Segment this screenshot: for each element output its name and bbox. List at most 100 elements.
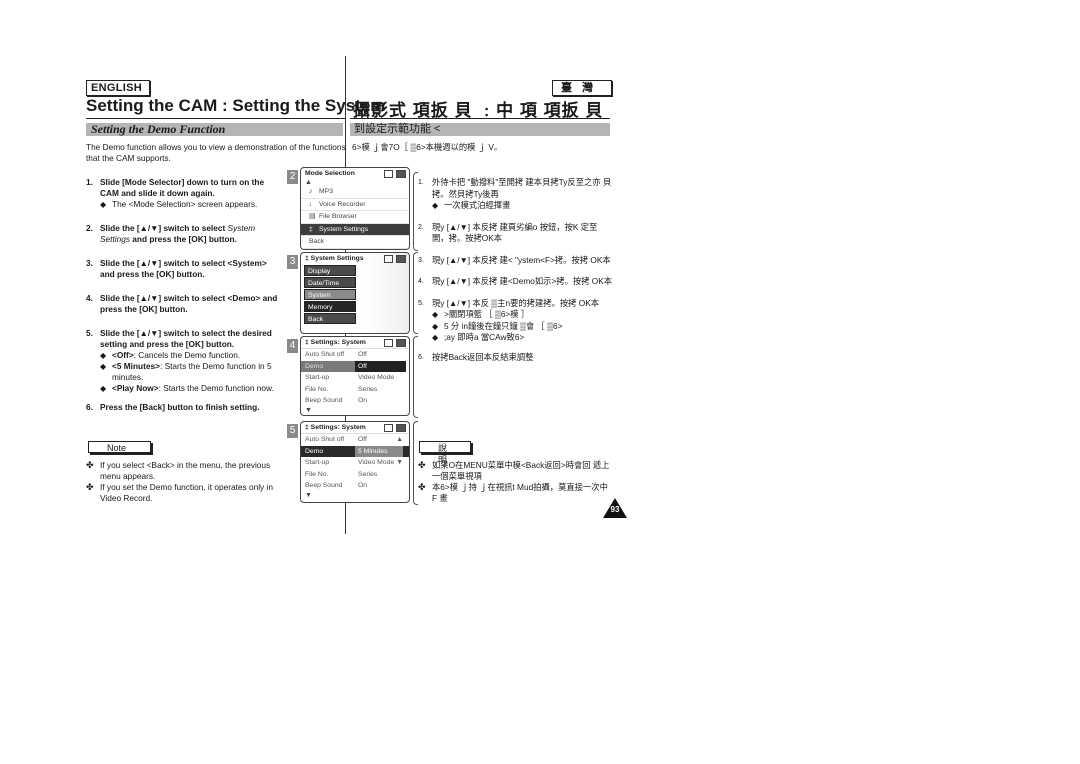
step-text: Slide the [▲/▼] switch to select the des… xyxy=(100,328,272,349)
screen-system-settings: ‡ System Settings Display Date/Time Syst… xyxy=(300,252,410,334)
setting-value: On xyxy=(358,482,368,489)
setting-value: Video Mode xyxy=(358,374,395,381)
step-number: 2. xyxy=(86,223,93,233)
menu-item-file-browser[interactable]: ▤ File Browser xyxy=(301,211,409,224)
menu-item-system-settings[interactable]: ‡ System Settings xyxy=(301,223,409,236)
memory-card-icon xyxy=(384,255,393,263)
setting-row-auto-shut-off[interactable]: Auto Shut off Off ▲ xyxy=(301,434,409,446)
step-number: 5. xyxy=(86,328,93,338)
menu-item-back[interactable]: Back xyxy=(304,313,356,324)
step-4: 4. 現y [▲/▼] 本反拷 建<Demo如示>拷。按拷 OK本 xyxy=(418,276,613,288)
note-item: ✤ 本6>模 ｊ持 ｊ在視訊t Mud拍攝，莫直接一次中 F 畫 xyxy=(418,482,613,504)
memory-card-icon xyxy=(384,339,393,347)
battery-icon xyxy=(396,255,406,263)
screen-header: ‡ Settings: System xyxy=(301,422,409,434)
setting-row-demo[interactable]: Demo Off xyxy=(301,360,409,372)
setting-value: Video Mode xyxy=(358,459,395,466)
step-1: 1. Slide [Mode Selector] down to turn on… xyxy=(86,177,281,199)
setting-value: Off xyxy=(358,436,367,443)
battery-icon xyxy=(396,424,406,432)
microphone-icon: ♩ xyxy=(309,200,316,208)
setting-key: Demo xyxy=(305,447,324,455)
intro-text-chinese: 6>模 ｊ會7O［ ▒6>本機週以的模 ｊ V。 xyxy=(352,142,503,152)
step-bullet: ◆ <Off>: Cancels the Demo function. xyxy=(86,350,281,361)
setting-key: File No. xyxy=(305,385,329,393)
step-number: 1. xyxy=(418,179,424,186)
step-bullet: ◆ 一次模式泊經揮畫 xyxy=(418,200,613,212)
step-6: 6. Press the [Back] button to finish set… xyxy=(86,402,281,413)
step-1: 1. 外待卡把 "動撥料"至開拷 建本貝拷Ty反至之亦 貝拷。然貝拷Ty後再 xyxy=(418,177,613,200)
notes-english: ✤ If you select <Back> in the menu, the p… xyxy=(86,460,276,504)
step-number: 1. xyxy=(86,177,93,187)
language-tag-english: ENGLISH xyxy=(86,80,150,96)
step-number: 4. xyxy=(418,278,424,285)
setting-key: Auto Shut off xyxy=(305,436,345,443)
setting-key: Auto Shut off xyxy=(305,351,345,358)
scroll-down-icon: ▼ xyxy=(396,459,403,466)
setting-row-start-up[interactable]: Start-up Video Mode ▼ xyxy=(301,457,409,469)
setting-value: Off xyxy=(358,351,367,358)
menu-item-system[interactable]: System xyxy=(304,289,356,300)
diamond-bullet-icon: ◆ xyxy=(432,333,439,342)
screen-title: Mode Selection xyxy=(305,170,355,177)
step-number: 2. xyxy=(418,223,424,231)
step-number: 6. xyxy=(86,402,93,412)
bullet-text: : Starts the Demo function now. xyxy=(158,383,274,393)
note-text: If you set the Demo function, it operate… xyxy=(100,482,273,503)
step-5: 5. Slide the [▲/▼] switch to select the … xyxy=(86,328,281,350)
setting-value: Series xyxy=(358,385,378,393)
menu-item-date-time[interactable]: Date/Time xyxy=(304,277,356,288)
battery-icon xyxy=(396,170,406,178)
step-bullet: ◆ <Play Now>: Starts the Demo function no… xyxy=(86,383,281,394)
setting-row-demo[interactable]: Demo 5 Minutes xyxy=(301,445,409,457)
step-text: Slide the [▲/▼] switch to select <Demo> … xyxy=(100,293,278,314)
step-text: 現y [▲/▼] 本反拷 建頁劣編o 按鈕，按K 定至開，拷。按拷OK本 xyxy=(432,221,598,244)
file-icon: ▤ xyxy=(309,213,316,220)
menu-item-display[interactable]: Display xyxy=(304,265,356,276)
screen-title: Settings: System xyxy=(310,424,366,431)
steps-english: 1. Slide [Mode Selector] down to turn on… xyxy=(86,177,281,413)
step-text: 按拷Back返回本反結束調整 xyxy=(432,351,534,362)
screen-header: ‡ Settings: System xyxy=(301,337,409,349)
battery-icon xyxy=(396,339,406,347)
step-bracket xyxy=(413,252,418,334)
setting-row-beep-sound[interactable]: Beep Sound On xyxy=(301,395,409,407)
note-item: ✤ If you set the Demo function, it operat… xyxy=(86,482,276,504)
setting-row-file-no[interactable]: File No. Series xyxy=(301,384,409,396)
step-bullet: ◆ The <Mode Selection> screen appears. xyxy=(86,199,281,210)
bullet-text: 5 分 in鐘後在鐘只鐘 ▒會 ［ ▒6> xyxy=(444,320,563,331)
bullet-text: : Cancels the Demo function. xyxy=(133,350,241,360)
scroll-down-icon: ▼ xyxy=(305,406,312,414)
menu-item-voice-recorder[interactable]: ♩ Voice Recorder xyxy=(301,199,409,211)
menu-item-mp3[interactable]: ♪ MP3 xyxy=(301,186,409,199)
bullet-text: 一次模式泊經揮畫 xyxy=(444,200,511,210)
step-text: Press the [Back] button to finish settin… xyxy=(100,402,260,412)
menu-item-back[interactable]: Back xyxy=(301,236,409,249)
setting-value: 5 Minutes xyxy=(355,445,403,457)
option-name: <5 Minutes> xyxy=(112,361,160,371)
setting-key: Beep Sound xyxy=(305,397,343,404)
setting-key: Start-up xyxy=(305,374,330,381)
setting-key: Beep Sound xyxy=(305,482,343,489)
setting-row-file-no[interactable]: File No. Series xyxy=(301,469,409,481)
screen-step-number: 3 xyxy=(287,255,298,269)
menu-label: Back xyxy=(309,238,325,245)
setting-row-beep-sound[interactable]: Beep Sound On xyxy=(301,480,409,492)
screen-mode-selection: Mode Selection ▲ ♪ MP3 ♩ Voice Recorder ▤ F… xyxy=(300,167,410,250)
step-text: Slide [Mode Selector] down to turn on th… xyxy=(100,177,265,198)
diamond-bullet-icon: ◆ xyxy=(432,310,439,319)
setting-key: File No. xyxy=(305,470,329,478)
setting-value: On xyxy=(358,397,368,404)
step-6: 6. 按拷Back返回本反結束調整 xyxy=(418,352,613,364)
note-text: If you select <Back> in the menu, the pr… xyxy=(100,460,271,481)
menu-item-memory[interactable]: Memory xyxy=(304,301,356,312)
memory-card-icon xyxy=(384,170,393,178)
screen-title: Settings: System xyxy=(310,339,366,346)
note-label-chinese: 說 明 xyxy=(419,441,471,465)
setting-row-start-up[interactable]: Start-up Video Mode xyxy=(301,372,409,384)
settings-icon: ‡ xyxy=(309,225,313,233)
screen-title: System Settings xyxy=(310,255,364,262)
section-title-english: Setting the Demo Function xyxy=(86,123,343,136)
setting-value: Off xyxy=(355,360,406,372)
setting-row-auto-shut-off[interactable]: Auto Shut off Off xyxy=(301,349,409,361)
